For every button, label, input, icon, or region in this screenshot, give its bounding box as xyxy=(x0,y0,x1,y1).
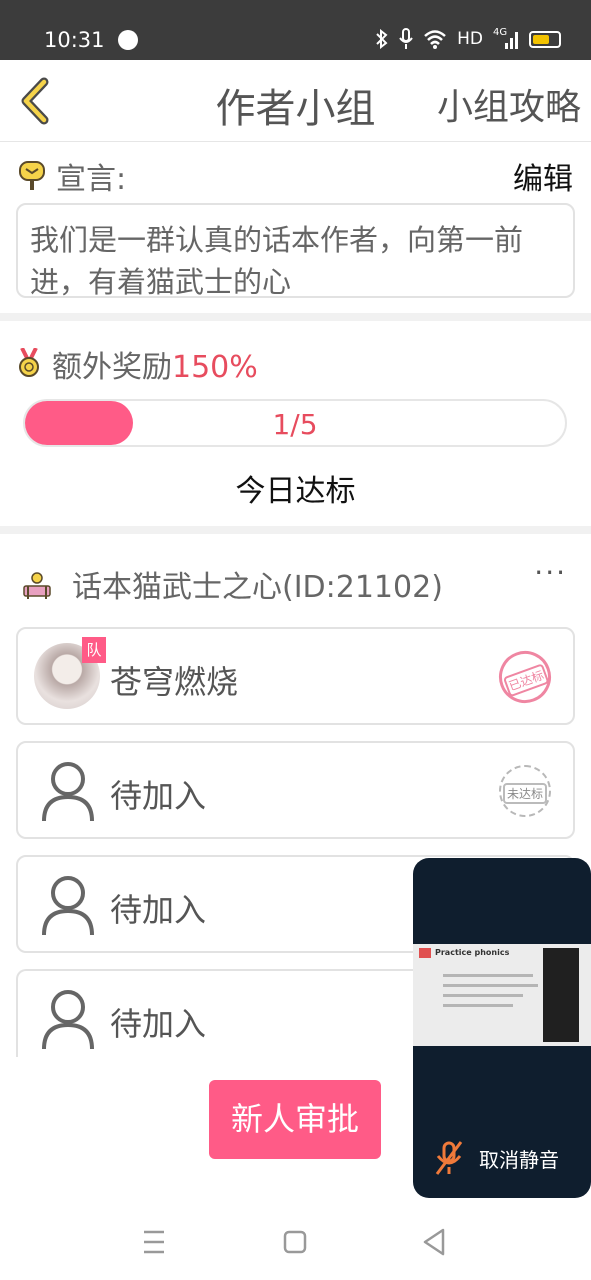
menu-icon[interactable] xyxy=(134,1222,174,1262)
navigation-icon xyxy=(118,30,138,50)
declaration-label: 宣言: xyxy=(56,162,127,197)
more-options-button[interactable]: ··· xyxy=(534,556,567,589)
group-header: 话本猫武士之心(ID:21102) ··· xyxy=(18,556,573,606)
muted-microphone-icon xyxy=(435,1141,463,1175)
person-icon xyxy=(42,876,94,936)
team-icon xyxy=(23,572,51,599)
wifi-icon xyxy=(424,30,446,49)
daily-status: 今日达标 xyxy=(235,474,356,509)
group-name: 话本猫武士之心(ID:21102) xyxy=(72,570,443,605)
mailbox-icon xyxy=(19,161,45,190)
team-leader-badge: 队 xyxy=(82,637,106,663)
member-card[interactable]: 队 苍穹燃烧 已达标 xyxy=(16,627,575,725)
progress-text: 1/5 xyxy=(272,408,318,441)
slide-title: Practice phonics xyxy=(435,948,510,957)
member-name: 待加入 xyxy=(110,891,207,929)
slide-badge xyxy=(419,948,431,958)
signal-icon: 4G xyxy=(493,27,519,49)
battery-icon xyxy=(529,30,561,48)
not-qualified-stamp: 未达标 xyxy=(499,765,551,817)
member-name: 待加入 xyxy=(110,1005,207,1043)
reward-label: 额外奖励150% xyxy=(52,350,258,385)
unmute-button[interactable]: 取消静音 xyxy=(433,1138,559,1178)
reward-percent: 150% xyxy=(172,350,258,385)
participant-list xyxy=(543,948,579,1042)
medal-icon xyxy=(19,348,39,377)
member-name: 待加入 xyxy=(110,777,207,815)
slide-line xyxy=(443,984,538,987)
header: 作者小组 小组攻略 xyxy=(0,60,591,142)
status-bar: 10:31 HD 4G xyxy=(0,0,591,60)
home-icon[interactable] xyxy=(275,1222,315,1262)
shared-screen: Practice phonics xyxy=(413,944,591,1046)
status-time: 10:31 xyxy=(44,28,105,52)
member-name: 苍穹燃烧 xyxy=(110,663,239,701)
slide-line xyxy=(443,974,533,977)
slide-line xyxy=(443,1004,513,1007)
divider xyxy=(0,526,591,534)
back-icon[interactable] xyxy=(415,1222,455,1262)
person-icon xyxy=(42,990,94,1050)
declaration-text: 我们是一群认真的话本作者，向第一前进，有着猫武士的心 xyxy=(16,203,575,298)
person-icon xyxy=(42,762,94,822)
declaration-header: 宣言: 编辑 xyxy=(18,150,573,198)
bluetooth-icon xyxy=(376,29,388,49)
system-nav-bar xyxy=(0,1202,591,1280)
new-member-approval-button[interactable]: 新人审批 xyxy=(209,1080,381,1159)
unmute-label: 取消静音 xyxy=(479,1147,559,1172)
video-call-window[interactable]: Practice phonics 取消静音 xyxy=(413,858,591,1198)
status-icons: HD 4G xyxy=(375,27,561,50)
qualified-stamp: 已达标 xyxy=(491,643,559,711)
slide-line xyxy=(443,994,523,997)
microphone-icon xyxy=(399,28,413,49)
member-card[interactable]: 待加入 未达标 xyxy=(16,741,575,839)
progress-bar: 1/5 xyxy=(23,399,567,447)
network-type: HD xyxy=(457,29,483,49)
divider xyxy=(0,313,591,321)
edit-button[interactable]: 编辑 xyxy=(513,154,573,198)
group-guide-link[interactable]: 小组攻略 xyxy=(437,78,581,130)
